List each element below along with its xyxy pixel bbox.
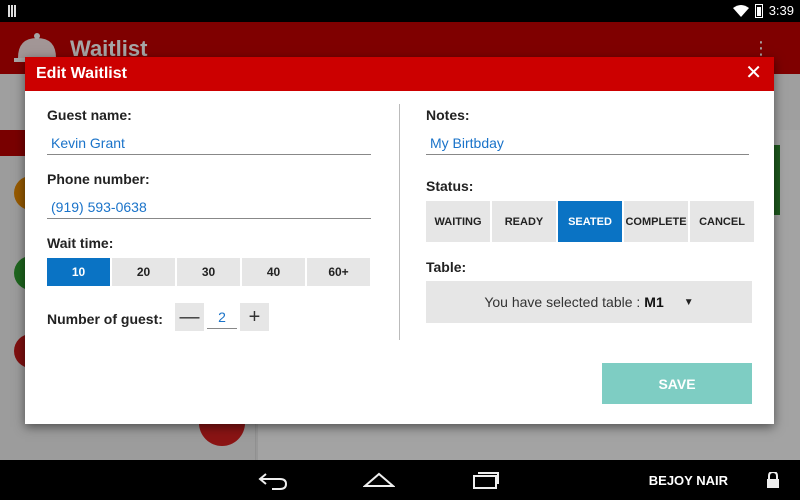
number-of-guest-label: Number of guest: <box>47 311 163 327</box>
clock: 3:39 <box>768 3 794 18</box>
screen: 3:39 Waitlist ⋮ Edit Waitlist ✕ Guest na… <box>0 0 800 500</box>
wait-time-option-20[interactable]: 20 <box>112 258 175 286</box>
table-dropdown[interactable]: You have selected table : M1 ▼ <box>426 281 752 323</box>
notification-icon <box>8 4 20 17</box>
wifi-icon <box>732 4 749 17</box>
status-option-complete[interactable]: COMPLETE <box>624 201 688 242</box>
home-icon[interactable] <box>363 470 395 490</box>
wait-time-selector: 10 20 30 40 60+ <box>47 258 370 286</box>
dialog-header: Edit Waitlist ✕ <box>25 57 774 91</box>
wait-time-option-60-plus[interactable]: 60+ <box>307 258 370 286</box>
battery-icon <box>754 3 763 18</box>
edit-waitlist-dialog: Edit Waitlist ✕ Guest name: Kevin Grant … <box>25 57 774 424</box>
status-option-seated[interactable]: SEATED <box>558 201 622 242</box>
lock-icon[interactable] <box>766 472 780 488</box>
status-label: Status: <box>426 178 474 194</box>
notes-field[interactable]: My Birtbday <box>426 131 749 155</box>
status-bar: 3:39 <box>0 0 800 22</box>
current-user-name: BEJOY NAIR <box>648 473 728 488</box>
wait-time-option-40[interactable]: 40 <box>242 258 305 286</box>
status-selector: WAITING READY SEATED COMPLETE CANCEL <box>426 201 754 242</box>
dropdown-caret-icon: ▼ <box>683 296 694 308</box>
column-divider <box>399 104 400 340</box>
system-nav-bar: BEJOY NAIR <box>0 460 800 500</box>
phone-number-label: Phone number: <box>47 171 150 187</box>
increment-guests-button[interactable]: + <box>240 303 269 331</box>
table-dropdown-prefix: You have selected table : <box>484 294 641 310</box>
guest-count-field[interactable]: 2 <box>207 305 237 329</box>
close-icon[interactable]: ✕ <box>745 63 762 83</box>
phone-number-field[interactable]: (919) 593-0638 <box>47 195 371 219</box>
wait-time-option-10[interactable]: 10 <box>47 258 110 286</box>
status-option-cancel[interactable]: CANCEL <box>690 201 754 242</box>
guest-name-label: Guest name: <box>47 107 132 123</box>
wait-time-label: Wait time: <box>47 235 114 251</box>
status-option-waiting[interactable]: WAITING <box>426 201 490 242</box>
selected-table-value: M1 <box>644 294 664 310</box>
dialog-title: Edit Waitlist <box>36 65 127 82</box>
status-option-ready[interactable]: READY <box>492 201 556 242</box>
notes-label: Notes: <box>426 107 470 123</box>
guest-name-field[interactable]: Kevin Grant <box>47 131 371 155</box>
decrement-guests-button[interactable]: — <box>175 303 204 331</box>
save-button[interactable]: SAVE <box>602 363 752 404</box>
back-icon[interactable] <box>258 470 288 490</box>
table-label: Table: <box>426 259 467 275</box>
recent-apps-icon[interactable] <box>472 470 500 490</box>
wait-time-option-30[interactable]: 30 <box>177 258 240 286</box>
